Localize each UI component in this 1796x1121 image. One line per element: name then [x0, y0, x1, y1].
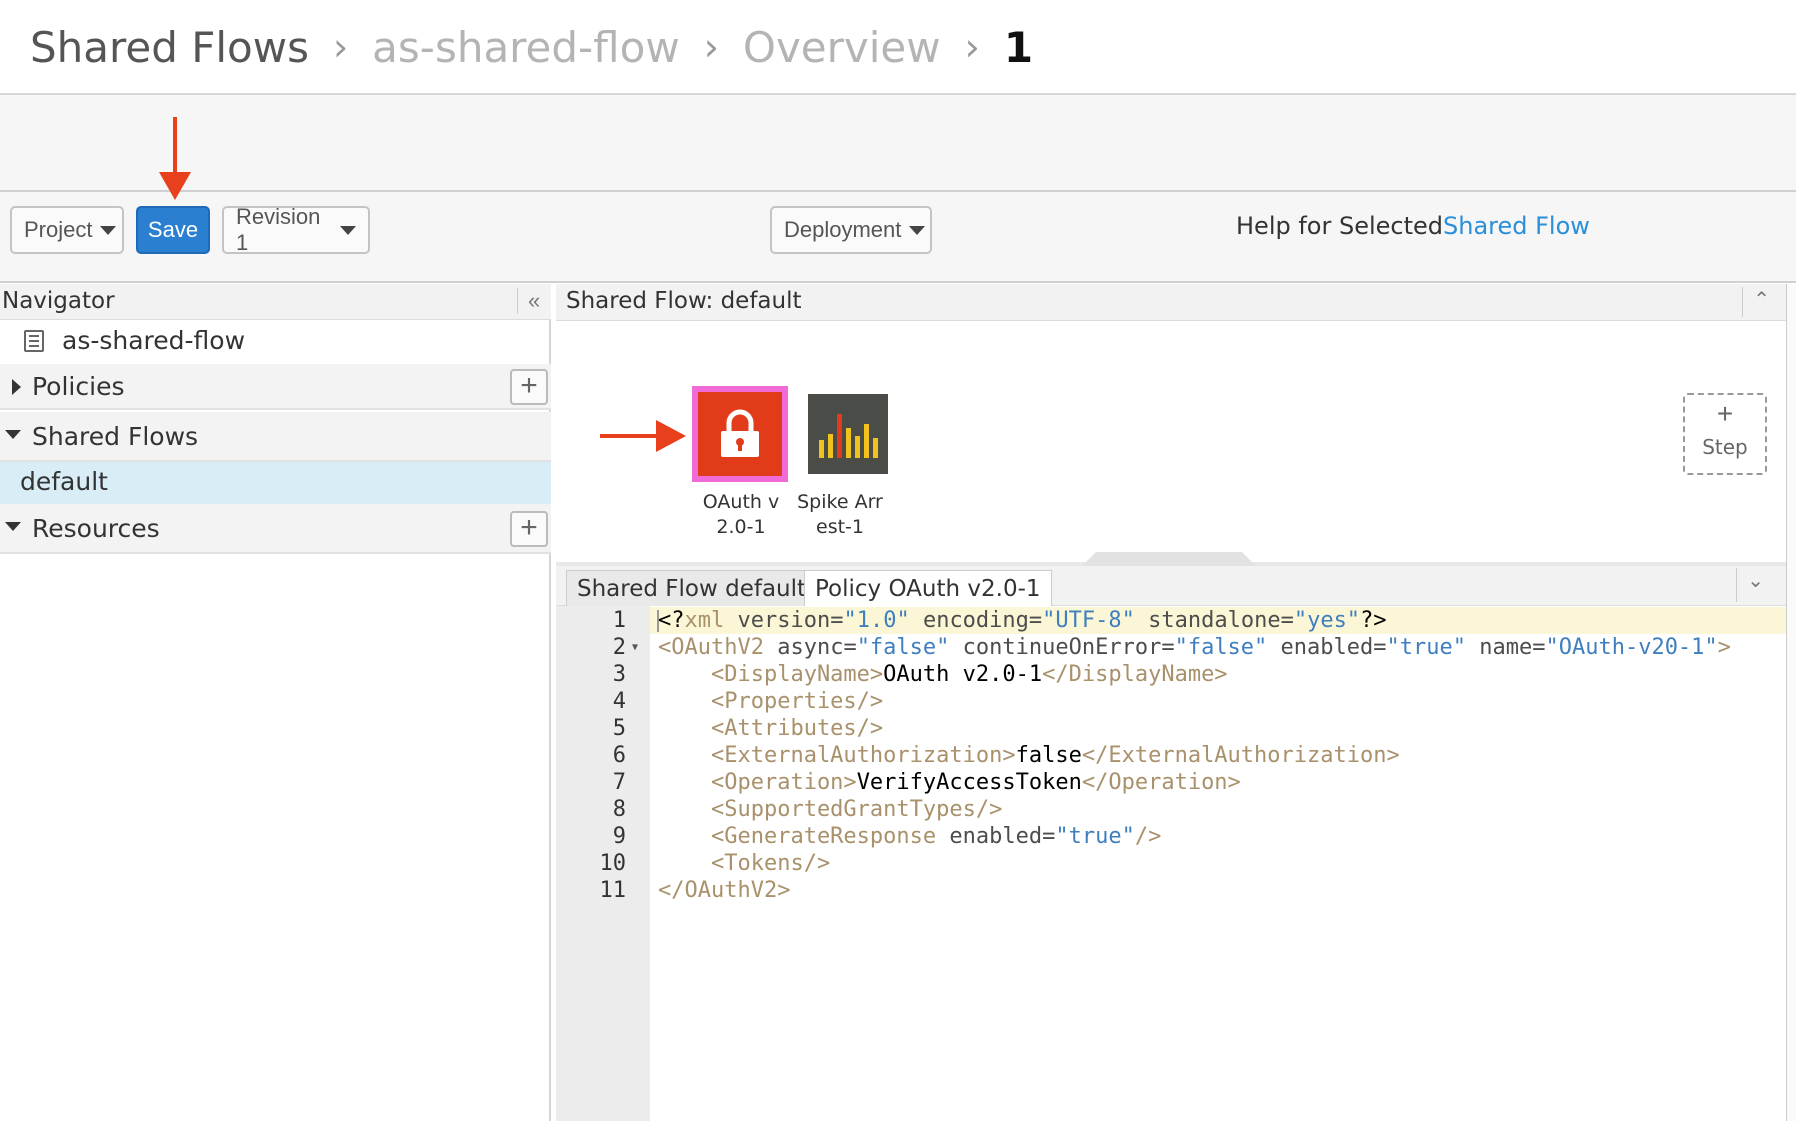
policy-oauth-step[interactable]	[692, 386, 788, 482]
code-text: </OAuthV2>	[658, 878, 791, 903]
code-line: 8 <SupportedGrantTypes/>	[0, 796, 1230, 823]
breadcrumb-overview[interactable]: Overview	[743, 23, 941, 72]
line-number: 4	[612, 689, 626, 714]
breadcrumb-shared-flows[interactable]: Shared Flows	[30, 23, 309, 72]
code-line: 1 <?xml version="1.0" encoding="UTF-8" st…	[0, 607, 1387, 634]
breadcrumb-revision: 1	[1003, 22, 1034, 72]
editor-tabs-bar: Shared Flow default Policy OAuth v2.0-1 …	[556, 566, 1786, 606]
caret-down-icon	[100, 225, 117, 235]
revision-dropdown[interactable]: Revision 1	[222, 204, 370, 255]
right-scroll-strip[interactable]	[1786, 284, 1796, 1121]
breadcrumb: Shared Flows › as-shared-flow › Overview…	[30, 0, 1033, 94]
policy-oauth-label-line2: 2.0-1	[716, 516, 766, 538]
canvas-resize-handle[interactable]	[1082, 552, 1256, 566]
code-line: 11 </OAuthV2>	[0, 877, 1230, 904]
code-text: <GenerateResponse enabled="true"/>	[658, 824, 1162, 849]
code-text: <ExternalAuthorization>false</ExternalAu…	[658, 743, 1400, 768]
navigator-title: Navigator	[2, 288, 115, 314]
code-line: 4 <Properties/>	[0, 688, 1230, 715]
collapse-navigator-icon[interactable]: «	[517, 288, 540, 314]
code-text: <DisplayName>OAuth v2.0-1</DisplayName>	[658, 662, 1228, 687]
flow-default-label: default	[20, 467, 108, 496]
deployment-dropdown[interactable]: Deployment	[770, 206, 932, 254]
line-number: 10	[599, 851, 627, 876]
caret-down-icon	[909, 225, 926, 235]
policies-label: Policies	[32, 372, 125, 401]
annotation-arrow-head-down-icon	[159, 172, 191, 200]
line-number: 7	[612, 770, 626, 795]
line-number: 5	[612, 716, 626, 741]
line-number: 11	[599, 878, 627, 903]
policy-oauth-label-line1: OAuth v	[702, 491, 780, 513]
lock-icon	[721, 409, 759, 457]
code-line: 6 <ExternalAuthorization>false</External…	[0, 742, 1400, 769]
caret-down-icon	[340, 225, 356, 235]
navigator-flow-default[interactable]: default	[0, 462, 551, 504]
fold-toggle-icon[interactable]: ▼	[632, 634, 638, 661]
header-band	[0, 95, 1796, 192]
code-line: 9 <GenerateResponse enabled="true"/>	[0, 823, 1230, 850]
step-label: Step	[1702, 435, 1748, 459]
collapse-down-icon[interactable]	[5, 430, 21, 439]
spike-arrest-bars-icon	[818, 414, 878, 458]
code-line: 5 <Attributes/>	[0, 715, 1230, 742]
navigator-root-item[interactable]: as-shared-flow	[0, 320, 551, 364]
breadcrumb-separator: ›	[332, 25, 349, 69]
save-button[interactable]: Save	[136, 206, 210, 254]
policy-spike-label-line2: est-1	[816, 516, 864, 538]
plus-icon: +	[1716, 398, 1734, 429]
add-resource-button[interactable]: +	[510, 511, 548, 547]
annotation-arrow-head-right-icon	[656, 420, 686, 452]
policy-spike-arrest-step[interactable]	[808, 394, 888, 474]
add-step-button[interactable]: + Step	[1683, 393, 1767, 475]
flow-canvas-header: Shared Flow: default ⌃	[556, 284, 1796, 321]
policy-spike-label-line1: Spike Arr	[797, 491, 883, 513]
policy-oauth-label: OAuth v 2.0-1	[686, 490, 796, 540]
collapse-down-icon[interactable]: ⌄	[1736, 568, 1764, 602]
line-number: 3	[612, 662, 626, 687]
code-line: 2 ▼ <OAuthV2 async="false" continueOnError…	[0, 634, 1731, 661]
project-dropdown[interactable]: Project	[10, 206, 124, 254]
help-for-selected-label: Help for Selected	[1236, 212, 1444, 240]
navigator-policies-row[interactable]: Policies +	[0, 364, 551, 410]
code-text: <Attributes/>	[658, 716, 884, 741]
project-label: Project	[24, 217, 93, 242]
breadcrumb-separator: ›	[703, 25, 719, 69]
deployment-label: Deployment	[784, 217, 902, 242]
breadcrumb-flow-name[interactable]: as-shared-flow	[372, 23, 680, 72]
code-text: <SupportedGrantTypes/>	[658, 797, 1003, 822]
tab-shared-flow-default[interactable]: Shared Flow default	[566, 570, 818, 606]
resources-label: Resources	[32, 514, 160, 543]
line-number: 2	[612, 635, 626, 660]
code-line: 7 <Operation>VerifyAccessToken</Operatio…	[0, 769, 1241, 796]
flow-canvas-title: Shared Flow: default	[566, 288, 802, 314]
navigator-shared-flows-row[interactable]: Shared Flows	[0, 412, 551, 462]
navigator-root-label: as-shared-flow	[62, 326, 246, 355]
annotation-arrow-oauth	[600, 434, 660, 438]
code-text: <Properties/>	[658, 689, 884, 714]
code-line: 3 <DisplayName>OAuth v2.0-1</DisplayName…	[0, 661, 1230, 688]
expand-right-icon[interactable]	[12, 379, 21, 395]
line-number: 6	[612, 743, 626, 768]
collapse-up-icon[interactable]: ⌃	[1742, 287, 1770, 317]
revision-label: Revision 1	[236, 204, 321, 255]
code-text: <?xml version="1.0" encoding="UTF-8" sta…	[658, 608, 1387, 633]
code-text: <Tokens/>	[658, 851, 831, 876]
document-icon	[24, 330, 44, 352]
help-shared-flow-link[interactable]: Shared Flow	[1443, 212, 1590, 240]
navigator-resources-row[interactable]: Resources +	[0, 504, 551, 554]
tab-policy-oauth[interactable]: Policy OAuth v2.0-1	[804, 570, 1052, 606]
navigator-header: Navigator «	[0, 284, 551, 320]
line-number: 9	[612, 824, 626, 849]
code-text: <OAuthV2 async="false" continueOnError="…	[658, 635, 1731, 660]
code-text: <Operation>VerifyAccessToken</Operation>	[658, 770, 1241, 795]
shared-flows-label: Shared Flows	[32, 422, 199, 451]
line-number: 1	[612, 608, 626, 633]
policy-spike-arrest-label: Spike Arr est-1	[790, 490, 890, 540]
add-policy-button[interactable]: +	[510, 369, 548, 405]
line-number: 8	[612, 797, 626, 822]
breadcrumb-separator: ›	[964, 25, 980, 69]
code-line: 10 <Tokens/>	[0, 850, 1230, 877]
collapse-down-icon[interactable]	[5, 522, 21, 531]
